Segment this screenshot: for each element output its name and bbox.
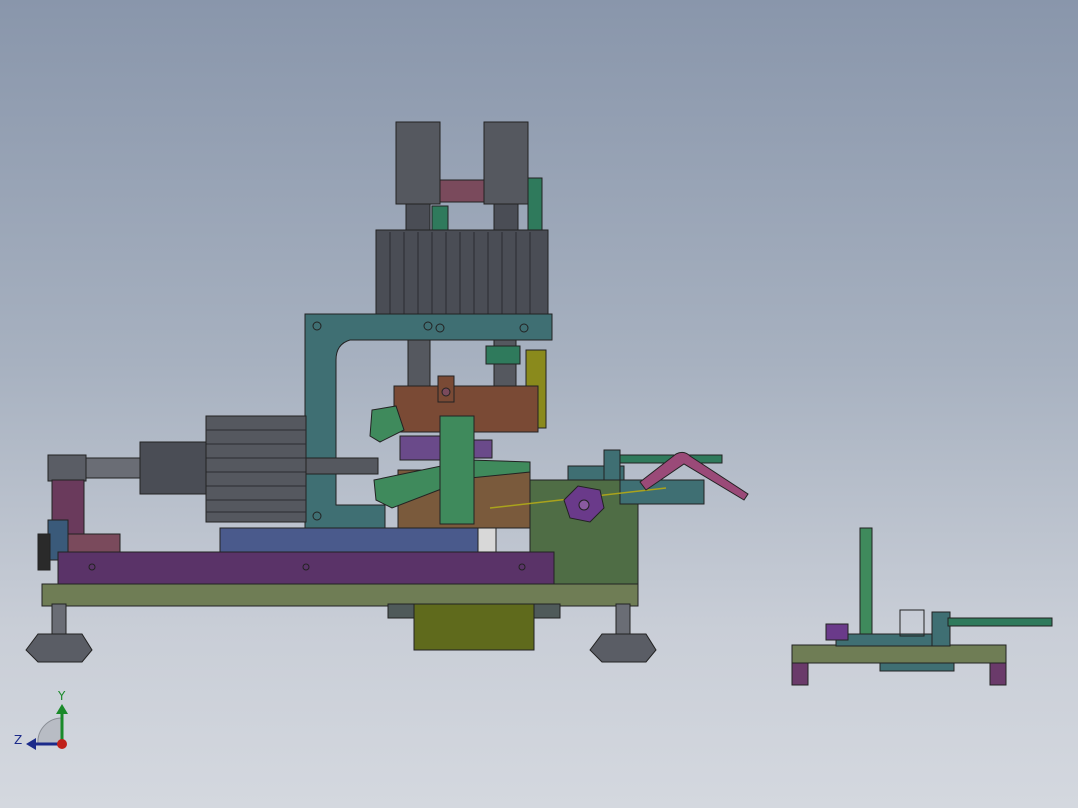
z-axis-label: Z (14, 733, 22, 747)
blue-slide-bar[interactable] (219, 527, 481, 555)
cam-center (578, 499, 590, 511)
vertical-punch[interactable] (439, 415, 475, 525)
motor-shaft-right[interactable] (305, 457, 379, 475)
top-bridge-plate[interactable] (439, 179, 485, 203)
fixture-rod[interactable] (947, 617, 1053, 627)
left-pink-block[interactable] (67, 533, 121, 555)
main-machine-assembly[interactable] (25, 121, 749, 663)
y-axis-arrow (56, 704, 68, 714)
fixture-block[interactable] (931, 611, 951, 647)
cad-graphics-viewport[interactable]: Y Z (0, 0, 1078, 808)
top-right-bracket[interactable] (527, 177, 543, 237)
fixture-leg-left[interactable] (791, 662, 809, 686)
fixture-small-clamp[interactable] (825, 623, 849, 641)
motor-body[interactable] (205, 415, 307, 523)
motor-shaft[interactable] (79, 457, 141, 479)
top-cylinder-right[interactable] (483, 121, 529, 205)
secondary-fixture-assembly[interactable] (791, 527, 1053, 686)
motor-coupler[interactable] (139, 441, 207, 495)
top-green-clip[interactable] (431, 205, 449, 233)
leveling-foot-left[interactable] (25, 633, 93, 663)
guide-rod-left[interactable] (407, 339, 431, 391)
end-cap[interactable] (47, 454, 87, 482)
leveling-foot-right[interactable] (589, 633, 657, 663)
pin-hole (441, 387, 451, 397)
purple-insert[interactable] (399, 435, 441, 461)
z-axis-arrow (26, 738, 36, 750)
triad-origin (57, 739, 67, 749)
left-knob[interactable] (37, 533, 51, 571)
y-axis-label: Y (57, 689, 66, 703)
collection-tray[interactable] (413, 603, 535, 651)
green-sensor-block[interactable] (485, 345, 521, 365)
fixture-under-rail[interactable] (879, 662, 955, 672)
finned-cylinder-block[interactable] (375, 229, 549, 317)
base-plate[interactable] (41, 583, 639, 607)
top-cylinder-left[interactable] (395, 121, 441, 205)
fixture-leg-right[interactable] (989, 662, 1007, 686)
purple-slide-plate[interactable] (57, 551, 555, 585)
fixture-vertical-post[interactable] (859, 527, 873, 647)
foot-post-right[interactable] (615, 603, 631, 635)
fixture-base[interactable] (791, 644, 1007, 664)
fixture-bracket[interactable] (899, 609, 925, 637)
assembly-model[interactable]: Y Z (0, 0, 1078, 808)
triad-arc (37, 717, 63, 745)
coordinate-triad: Y Z (14, 689, 68, 750)
feed-clamp[interactable] (603, 449, 621, 481)
white-spacer[interactable] (477, 527, 497, 553)
foot-post-left[interactable] (51, 603, 67, 635)
